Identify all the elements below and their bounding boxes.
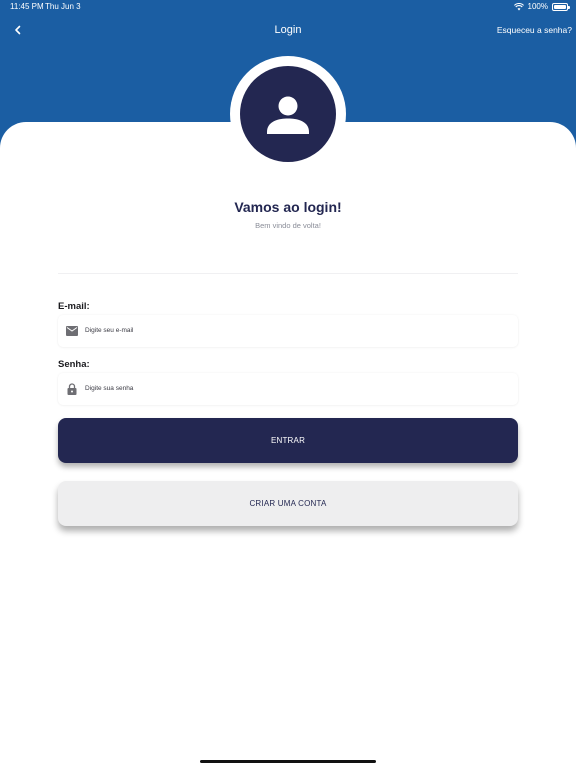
status-bar: 11:45 PM Thu Jun 3 100% bbox=[0, 0, 576, 14]
login-button-label: ENTRAR bbox=[270, 436, 306, 445]
battery-percentage: 100% bbox=[527, 2, 548, 11]
login-button[interactable]: ENTRAR bbox=[58, 418, 518, 463]
home-indicator bbox=[200, 760, 376, 763]
welcome-subheading: Bem vindo de volta! bbox=[255, 221, 321, 230]
password-label: Senha: bbox=[58, 359, 90, 370]
password-field[interactable]: Digite sua senha bbox=[58, 373, 518, 405]
status-date: Thu Jun 3 bbox=[45, 2, 81, 11]
forgot-password-link[interactable]: Esqueceu a senha? bbox=[497, 23, 572, 37]
mail-icon bbox=[66, 325, 78, 337]
page-title: Login bbox=[274, 24, 302, 36]
status-time: 11:45 PM bbox=[10, 2, 44, 11]
divider bbox=[58, 273, 518, 274]
create-account-button[interactable]: CRIAR UMA CONTA bbox=[58, 481, 518, 526]
create-account-button-label: CRIAR UMA CONTA bbox=[249, 499, 327, 508]
email-field[interactable]: Digite seu e-mail bbox=[58, 315, 518, 347]
email-label: E-mail: bbox=[58, 301, 90, 312]
login-heading: Vamos ao login! bbox=[234, 199, 342, 215]
email-placeholder: Digite seu e-mail bbox=[85, 327, 134, 334]
lock-icon bbox=[66, 383, 78, 395]
wifi-icon bbox=[513, 3, 524, 11]
password-placeholder: Digite sua senha bbox=[85, 385, 134, 392]
user-icon bbox=[267, 96, 309, 134]
battery-icon bbox=[552, 3, 570, 11]
status-right: 100% bbox=[513, 0, 570, 14]
avatar bbox=[240, 66, 336, 162]
